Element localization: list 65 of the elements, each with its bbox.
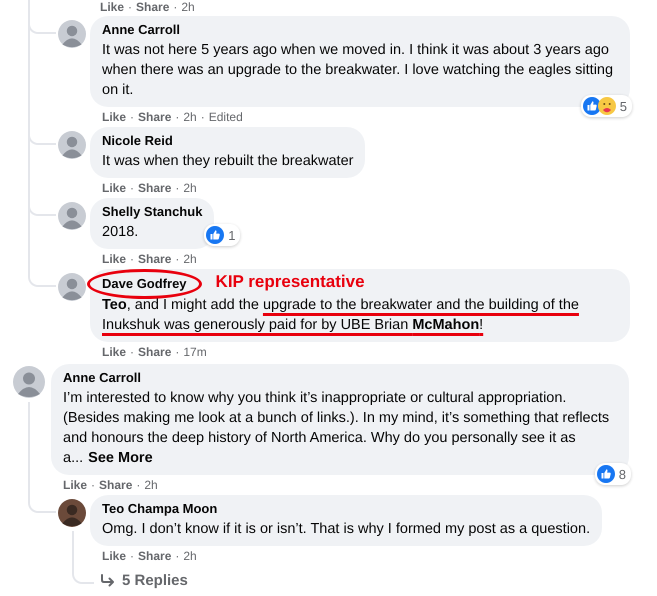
comment-time: 2h: [181, 0, 195, 14]
action-link[interactable]: Like: [102, 549, 126, 563]
separator-dot: ·: [130, 549, 134, 563]
separator-dot: ·: [175, 549, 180, 563]
separator-dot: ·: [91, 478, 96, 492]
comment-time: 2h: [183, 181, 197, 195]
separator-dot: ·: [130, 252, 134, 266]
author-name[interactable]: Dave Godfrey: [102, 276, 187, 291]
reaction-count: 1: [228, 228, 236, 242]
separator-dot: ·: [136, 478, 140, 492]
comment-time: 17m: [183, 345, 207, 359]
action-link[interactable]: Share: [138, 181, 172, 195]
author-name[interactable]: Nicole Reid: [102, 133, 173, 149]
separator-dot: ·: [175, 181, 180, 195]
action-link[interactable]: Share: [136, 0, 170, 14]
separator-dot: ·: [128, 0, 132, 14]
reply-arrow-icon: [100, 574, 116, 588]
separator-dot: ·: [130, 345, 134, 359]
separator-dot: ·: [175, 110, 180, 124]
comment-text: 2018.: [102, 223, 140, 242]
action-link[interactable]: Share: [138, 110, 172, 124]
comment-text: It was when they rebuilt the breakwater: [102, 152, 354, 171]
thumbs-up-icon: [596, 465, 615, 483]
comment-time: 2h: [183, 549, 197, 563]
action-link[interactable]: Like: [102, 181, 126, 195]
separator-dot: ·: [130, 181, 134, 195]
thread-line: [28, 495, 56, 513]
hugging-face-icon: [598, 97, 616, 115]
separator-dot: ·: [130, 110, 134, 124]
comment-time: 2h: [144, 478, 158, 492]
action-link[interactable]: Share: [99, 478, 132, 492]
action-link[interactable]: Like: [63, 478, 88, 492]
see-more-link[interactable]: See More: [88, 450, 153, 466]
action-link[interactable]: Share: [138, 345, 172, 359]
separator-dot: ·: [173, 0, 178, 14]
action-link[interactable]: Like: [102, 110, 126, 124]
author-name[interactable]: Shelly Stanchuk: [102, 204, 202, 220]
edited-label: Edited: [208, 110, 243, 124]
action-link[interactable]: Like: [102, 252, 126, 266]
annotation-label: KIP representative: [216, 274, 365, 290]
thread-line: [72, 564, 94, 584]
action-link[interactable]: Like: [100, 0, 124, 14]
separator-dot: ·: [175, 345, 180, 359]
author-name[interactable]: Anne Carroll: [102, 22, 180, 38]
thread-line: [28, 269, 56, 287]
separator-dot: ·: [200, 110, 205, 124]
reaction-badge[interactable]: 8: [594, 463, 631, 485]
comment-text: Teo, and I might add the upgrade to the breakwater and the building of the Inukshuk was generously paid for by UBE Brian McMahon!: [102, 296, 580, 335]
reaction-count: 5: [620, 98, 627, 114]
reaction-count: 8: [618, 466, 626, 482]
separator-dot: ·: [175, 252, 180, 266]
view-replies-button[interactable]: 5 Replies: [96, 570, 192, 591]
comment-text: Omg. I don’t know if it is or isn’t. That is why I formed my post as a question.: [102, 520, 590, 539]
thumbs-up-icon: [206, 226, 224, 244]
comment-time: 2h: [183, 252, 197, 266]
thumbs-up-icon: [582, 97, 601, 115]
action-link[interactable]: Share: [138, 549, 172, 563]
comment-time: 2h: [183, 110, 197, 124]
author-name[interactable]: Teo Champa Moon: [102, 501, 218, 517]
author-name[interactable]: Anne Carroll: [63, 370, 142, 386]
action-link[interactable]: Share: [138, 252, 172, 266]
reaction-badge[interactable]: 1: [204, 224, 240, 246]
action-link[interactable]: Like: [102, 345, 126, 359]
reaction-badge[interactable]: 5: [580, 95, 632, 117]
avatar[interactable]: [58, 499, 86, 527]
